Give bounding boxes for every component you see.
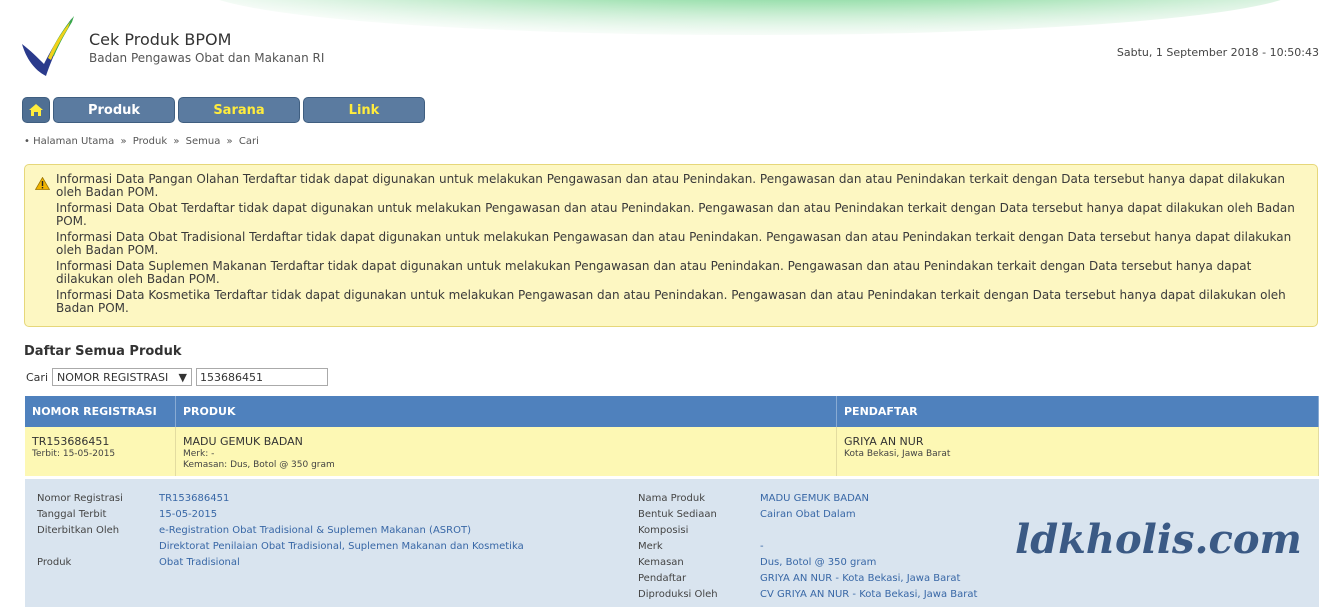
breadcrumb-semua[interactable]: Semua [186, 136, 221, 147]
nama-produk: MADU GEMUK BADAN [183, 435, 303, 448]
detail-value: CV GRIYA AN NUR - Kota Bekasi, Jawa Bara… [760, 589, 978, 600]
detail-label: Nomor Registrasi [37, 493, 123, 504]
nav-link-button[interactable]: Link [303, 97, 425, 123]
warning-icon [35, 177, 50, 190]
detail-label: Tanggal Terbit [37, 509, 107, 520]
tanggal-terbit: Terbit: 15-05-2015 [32, 449, 116, 459]
app-title: Cek Produk BPOM [89, 30, 232, 49]
search-label: Cari [26, 370, 48, 384]
detail-label: Merk [638, 541, 663, 552]
breadcrumb-separator: » [173, 136, 180, 147]
column-header-pendaftar[interactable]: PENDAFTAR [837, 396, 1319, 427]
column-header-nomor[interactable]: NOMOR REGISTRASI [25, 396, 176, 427]
breadcrumb: • Halaman Utama » Produk » Semua » Cari [24, 136, 259, 147]
column-header-produk[interactable]: PRODUK [176, 396, 837, 427]
detail-label: Bentuk Sediaan [638, 509, 717, 520]
section-title: Daftar Semua Produk [24, 344, 182, 359]
merk: Merk: - [183, 449, 215, 459]
nav-produk-button[interactable]: Produk [53, 97, 175, 123]
bpom-logo [22, 16, 74, 76]
home-icon [29, 104, 43, 116]
breadcrumb-separator: » [226, 136, 233, 147]
breadcrumb-produk[interactable]: Produk [133, 136, 167, 147]
breadcrumb-separator: » [120, 136, 127, 147]
warning-line: Informasi Data Suplemen Makanan Terdafta… [56, 259, 1252, 286]
detail-label: Diterbitkan Oleh [37, 525, 120, 536]
detail-value: e-Registration Obat Tradisional & Suplem… [159, 525, 471, 536]
detail-value: Cairan Obat Dalam [760, 509, 856, 520]
detail-value: 15-05-2015 [159, 509, 218, 520]
search-input[interactable]: 153686451 [196, 368, 328, 386]
warning-line: Informasi Data Pangan Olahan Terdaftar t… [56, 172, 1285, 199]
app-subtitle: Badan Pengawas Obat dan Makanan RI [89, 51, 325, 65]
pendaftar-name: GRIYA AN NUR [844, 435, 924, 448]
detail-label: Nama Produk [638, 493, 705, 504]
warning-line: Informasi Data Obat Tradisional Terdafta… [56, 230, 1292, 257]
cell-produk: MADU GEMUK BADAN Merk: - Kemasan: Dus, B… [176, 427, 837, 476]
nomor-registrasi: TR153686451 [32, 435, 110, 448]
pendaftar-location: Kota Bekasi, Jawa Barat [844, 449, 951, 459]
search-row: Cari NOMOR REGISTRASI ▼ 153686451 [26, 368, 328, 386]
detail-value: MADU GEMUK BADAN [760, 493, 869, 504]
warning-line: Informasi Data Obat Terdaftar tidak dapa… [56, 201, 1295, 228]
main-nav: Produk Sarana Link [22, 97, 425, 123]
cell-pendaftar: GRIYA AN NUR Kota Bekasi, Jawa Barat [837, 427, 1319, 476]
detail-label: Pendaftar [638, 573, 687, 584]
breadcrumb-home[interactable]: Halaman Utama [33, 136, 114, 147]
breadcrumb-cari: Cari [238, 136, 259, 147]
detail-label: Diproduksi Oleh [638, 589, 718, 600]
nav-home-button[interactable] [22, 97, 50, 123]
search-field-value: NOMOR REGISTRASI [57, 370, 169, 384]
detail-value: Direktorat Penilaian Obat Tradisional, S… [159, 541, 524, 552]
detail-label: Produk [37, 557, 72, 568]
detail-value: Dus, Botol @ 350 gram [760, 557, 877, 568]
breadcrumb-bullet: • [24, 136, 30, 147]
detail-value: Obat Tradisional [159, 557, 240, 568]
detail-value: GRIYA AN NUR - Kota Bekasi, Jawa Barat [760, 573, 961, 584]
warning-line: Informasi Data Kosmetika Terdaftar tidak… [56, 288, 1286, 315]
detail-label: Komposisi [638, 525, 689, 536]
detail-value: - [760, 541, 764, 552]
datetime-display: Sabtu, 1 September 2018 - 10:50:43 [1116, 46, 1319, 59]
detail-value: TR153686451 [159, 493, 230, 504]
detail-label: Kemasan [638, 557, 684, 568]
nav-sarana-button[interactable]: Sarana [178, 97, 300, 123]
cell-nomor: TR153686451 Terbit: 15-05-2015 [25, 427, 176, 476]
product-detail-panel: Nomor Registrasi TR153686451 Tanggal Ter… [25, 479, 1319, 607]
product-table: NOMOR REGISTRASI PRODUK PENDAFTAR TR1536… [25, 396, 1319, 607]
chevron-down-icon: ▼ [178, 370, 187, 384]
table-row[interactable]: TR153686451 Terbit: 15-05-2015 MADU GEMU… [25, 427, 1319, 476]
kemasan: Kemasan: Dus, Botol @ 350 gram [183, 460, 335, 470]
table-header: NOMOR REGISTRASI PRODUK PENDAFTAR [25, 396, 1319, 427]
search-field-select[interactable]: NOMOR REGISTRASI ▼ [52, 368, 192, 386]
watermark: ldkholis.com [1015, 516, 1302, 563]
warning-notice: Informasi Data Pangan Olahan Terdaftar t… [24, 164, 1318, 327]
